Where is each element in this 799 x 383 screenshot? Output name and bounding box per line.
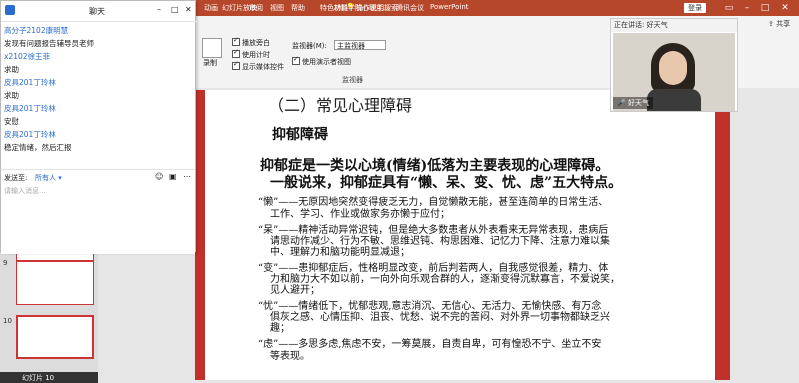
chat-sender: x2102徐王菲 [4,52,51,61]
thumbnail-number: 10 [3,317,12,325]
maximize-icon[interactable]: □ [758,2,772,14]
participant-face [659,51,687,85]
slide-border-left [195,90,205,380]
status-slide-number: 幻灯片 10 [22,374,55,382]
microphone-icon: 🎤 [617,99,626,107]
emoji-icon[interactable]: ☺ [155,172,163,181]
speaking-indicator: 正在讲话: 好天气 [611,19,737,32]
chat-message: 求助 [4,65,19,74]
send-to-label: 发送至: [4,174,28,182]
thumbnail-number: 9 [3,259,8,267]
slide-point-line: 力和脑力大不如以前，一向外向乐观合群的人，逐渐变得沉默寡言，不爱说笑， [270,274,620,285]
app-name: PowerPoint [430,3,469,11]
checkbox-narration[interactable]: 播放旁白 [232,36,270,48]
ribbon-display-icon[interactable]: ▭ [722,2,736,14]
monitor-label: 监视器(M): [292,42,327,50]
chat-message: 稳定情绪，然后汇报 [4,143,72,152]
group-label-monitor: 监视器 [342,76,363,84]
chat-message: 发现有问题报告辅导员老师 [4,39,94,48]
more-icon[interactable]: ⋯ [183,172,191,181]
minimize-icon[interactable]: – [157,5,161,14]
chat-title: 聊天 [89,7,105,16]
record-label[interactable]: 录制 [203,58,217,68]
chat-message: 安慰 [4,117,19,126]
checkbox-timings[interactable]: 使用计时 [232,48,270,60]
meeting-logo-icon [5,5,15,15]
chat-sender: 皮具201丁玲林 [4,78,56,87]
slide-heading: 抑郁障碍 [272,127,328,143]
slide-point-line: 见人避开； [270,285,320,296]
checkbox-icon [232,36,240,46]
chat-message: 求助 [4,91,19,100]
checkbox-icon [232,48,240,58]
monitor-select[interactable]: 主监视器 [334,40,386,50]
chat-sender: 皮具201丁玲林 [4,130,56,139]
close-icon[interactable]: ✕ [778,2,792,14]
close-icon[interactable]: ✕ [185,5,192,14]
share-button[interactable]: ⇪ 共享 [768,19,790,29]
participant-body [647,89,701,111]
checkbox-icon [232,60,240,70]
checkbox-icon [292,55,300,65]
slide-point-line: 俱灰之感、心情压抑、沮丧、忧愁、说不完的苦闷、对外界一切事物都缺乏兴 [270,312,610,323]
meeting-app-name: 腾讯会议 [396,4,424,12]
slide-thumbnail[interactable] [16,261,94,305]
share-icon: ⇪ [768,20,774,28]
slide-point-line: 趣； [270,323,290,334]
chat-input[interactable]: 请输入消息... [4,186,46,196]
checkbox-presenter-view[interactable]: 使用演示者视图 [292,55,351,67]
slide-border-right [715,90,730,380]
slide-section-title: （二）常见心理障碍 [268,96,413,115]
chat-window: 聊天 – □ ✕ 高分子2102康明慧 发现有问题报告辅导员老师 x2102徐王… [0,0,197,254]
chevron-down-icon: ▾ [58,174,62,182]
slide-point-line: 中、理解力和脑功能明显减退； [270,247,410,258]
video-panel: 正在讲话: 好天气 🎤 好天气 [610,18,738,112]
chat-sender: 高分子2102康明慧 [4,26,69,35]
tab-help[interactable]: 帮助 [291,3,305,13]
record-icon[interactable] [202,38,222,58]
participant-video[interactable]: 🎤 好天气 [613,33,735,111]
send-to-select[interactable]: 所有人 ▾ [35,173,62,183]
chat-sender: 皮具201丁玲林 [4,104,56,113]
slide-intro-line: 一般说来，抑郁症具有“懒、呆、变、忧、虑”五大特点。 [270,175,623,191]
image-icon[interactable]: ▣ [169,172,177,181]
checkbox-media-controls[interactable]: 显示媒体控件 [232,60,284,72]
login-button[interactable]: 登录 [684,3,706,13]
doc-title: 材料学院心理主... [334,4,390,12]
tab-review[interactable]: 审阅 [249,3,263,13]
maximize-icon[interactable]: □ [171,5,179,14]
status-bar: 幻灯片 10 [0,372,98,383]
slide-point-line: 工作、学习、作业或做家务亦懒于应付； [270,209,450,220]
tab-animation[interactable]: 动画 [204,3,218,13]
participant-name-tag: 🎤 好天气 [613,97,653,109]
tab-view[interactable]: 视图 [270,3,284,13]
slide-point-line: 等表现。 [270,351,310,362]
minimize-icon[interactable]: – [740,2,754,14]
chat-compose: 发送至: 所有人 ▾ ☺ ▣ ⋯ 请输入消息... [1,169,195,254]
chat-titlebar: 聊天 – □ ✕ [1,1,197,22]
slide-thumbnail-selected[interactable] [16,315,94,359]
